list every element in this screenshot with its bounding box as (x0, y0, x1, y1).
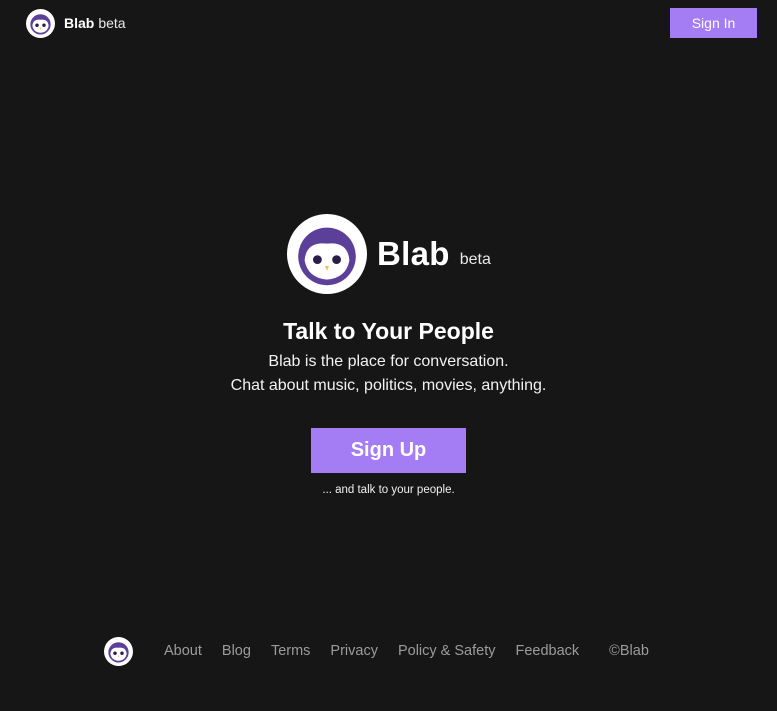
footer-link-policy-safety[interactable]: Policy & Safety (398, 643, 496, 659)
hero-description: Chat about music, politics, movies, anyt… (230, 377, 547, 394)
footer-nav: About Blog Terms Privacy Policy & Safety… (164, 643, 599, 659)
hero-brand-name: Blab (377, 235, 450, 272)
sign-up-caption: ... and talk to your people. (322, 484, 455, 496)
owl-logo-icon (26, 8, 55, 38)
header-brand-tag: beta (98, 15, 126, 31)
footer: About Blog Terms Privacy Policy & Safety… (104, 636, 649, 666)
header-brand-name: Blab (64, 15, 95, 31)
landing-page: Blab beta Sign In Blab beta Talk to Your… (0, 0, 777, 711)
footer-link-terms[interactable]: Terms (271, 643, 310, 659)
hero-logo: Blab beta (287, 214, 491, 294)
sign-up-button[interactable]: Sign Up (311, 428, 466, 473)
owl-logo-icon (287, 214, 367, 294)
footer-link-about[interactable]: About (164, 643, 202, 659)
footer-link-privacy[interactable]: Privacy (330, 643, 378, 659)
sign-in-button[interactable]: Sign In (670, 8, 757, 38)
footer-link-feedback[interactable]: Feedback (515, 643, 579, 659)
hero-brand-tag: beta (459, 251, 491, 268)
hero-tagline: Blab is the place for conversation. (268, 353, 509, 370)
header-home-link[interactable]: Blab beta (26, 8, 126, 38)
owl-logo-icon (104, 636, 133, 666)
footer-link-blog[interactable]: Blog (222, 643, 251, 659)
hero-title: Talk to Your People (283, 318, 494, 344)
footer-copyright: ©Blab (609, 643, 649, 659)
